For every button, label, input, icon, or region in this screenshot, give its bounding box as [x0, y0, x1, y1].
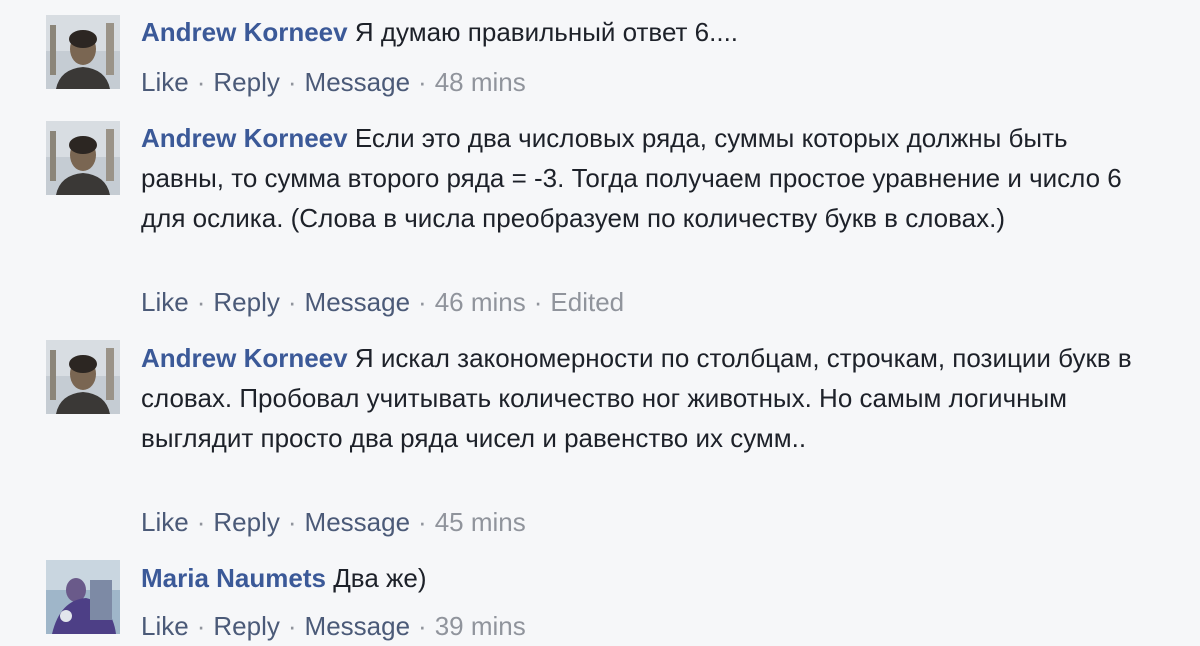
comment-body: Maria Naumets Два же) — [141, 558, 1151, 598]
separator-dot: · — [287, 287, 297, 317]
like-link[interactable]: Like — [141, 507, 189, 537]
comment-timestamp[interactable]: 39 mins — [435, 611, 526, 641]
avatar[interactable] — [46, 121, 120, 195]
comment-author[interactable]: Andrew Korneev — [141, 17, 348, 47]
reply-link[interactable]: Reply — [213, 611, 279, 641]
separator-dot: · — [287, 611, 297, 641]
comment-body: Andrew Korneev Если это два числовых ряд… — [141, 118, 1151, 238]
comment-author[interactable]: Maria Naumets — [141, 563, 326, 593]
message-link[interactable]: Message — [305, 287, 411, 317]
comment-actions: Like · Reply · Message · 45 mins — [141, 502, 526, 542]
reply-link[interactable]: Reply — [213, 287, 279, 317]
comment-text: Два же) — [333, 563, 427, 593]
separator-dot: · — [418, 287, 427, 317]
avatar-photo-icon — [46, 15, 120, 89]
like-link[interactable]: Like — [141, 611, 189, 641]
separator-dot: · — [533, 287, 543, 317]
separator-dot: · — [287, 67, 297, 97]
message-link[interactable]: Message — [305, 611, 411, 641]
edited-label[interactable]: Edited — [550, 287, 624, 317]
separator-dot: · — [196, 611, 206, 641]
separator-dot: · — [418, 507, 427, 537]
comment-body: Andrew Korneev Я думаю правильный ответ … — [141, 12, 1151, 52]
separator-dot: · — [287, 507, 297, 537]
avatar[interactable] — [46, 560, 120, 634]
comment-timestamp[interactable]: 48 mins — [435, 67, 526, 97]
comment-timestamp[interactable]: 46 mins — [435, 287, 526, 317]
comment-actions: Like · Reply · Message · 39 mins — [141, 606, 526, 646]
comment-author[interactable]: Andrew Korneev — [141, 343, 348, 373]
comment-actions: Like · Reply · Message · 48 mins — [141, 62, 526, 102]
avatar-photo-icon — [46, 560, 120, 634]
comment-actions: Like · Reply · Message · 46 mins · Edited — [141, 282, 624, 322]
comment-text: Я думаю правильный ответ 6.... — [354, 17, 739, 47]
comment-timestamp[interactable]: 45 mins — [435, 507, 526, 537]
comment-thread: Andrew Korneev Я думаю правильный ответ … — [0, 0, 1200, 641]
like-link[interactable]: Like — [141, 67, 189, 97]
separator-dot: · — [196, 67, 206, 97]
avatar[interactable] — [46, 340, 120, 414]
comment-author[interactable]: Andrew Korneev — [141, 123, 348, 153]
comment-body: Andrew Korneev Я искал закономерности по… — [141, 338, 1151, 458]
separator-dot: · — [418, 67, 427, 97]
avatar[interactable] — [46, 15, 120, 89]
like-link[interactable]: Like — [141, 287, 189, 317]
separator-dot: · — [196, 287, 206, 317]
message-link[interactable]: Message — [305, 507, 411, 537]
separator-dot: · — [196, 507, 206, 537]
separator-dot: · — [418, 611, 427, 641]
avatar-photo-icon — [46, 121, 120, 195]
reply-link[interactable]: Reply — [213, 67, 279, 97]
avatar-photo-icon — [46, 340, 120, 414]
reply-link[interactable]: Reply — [213, 507, 279, 537]
message-link[interactable]: Message — [305, 67, 411, 97]
